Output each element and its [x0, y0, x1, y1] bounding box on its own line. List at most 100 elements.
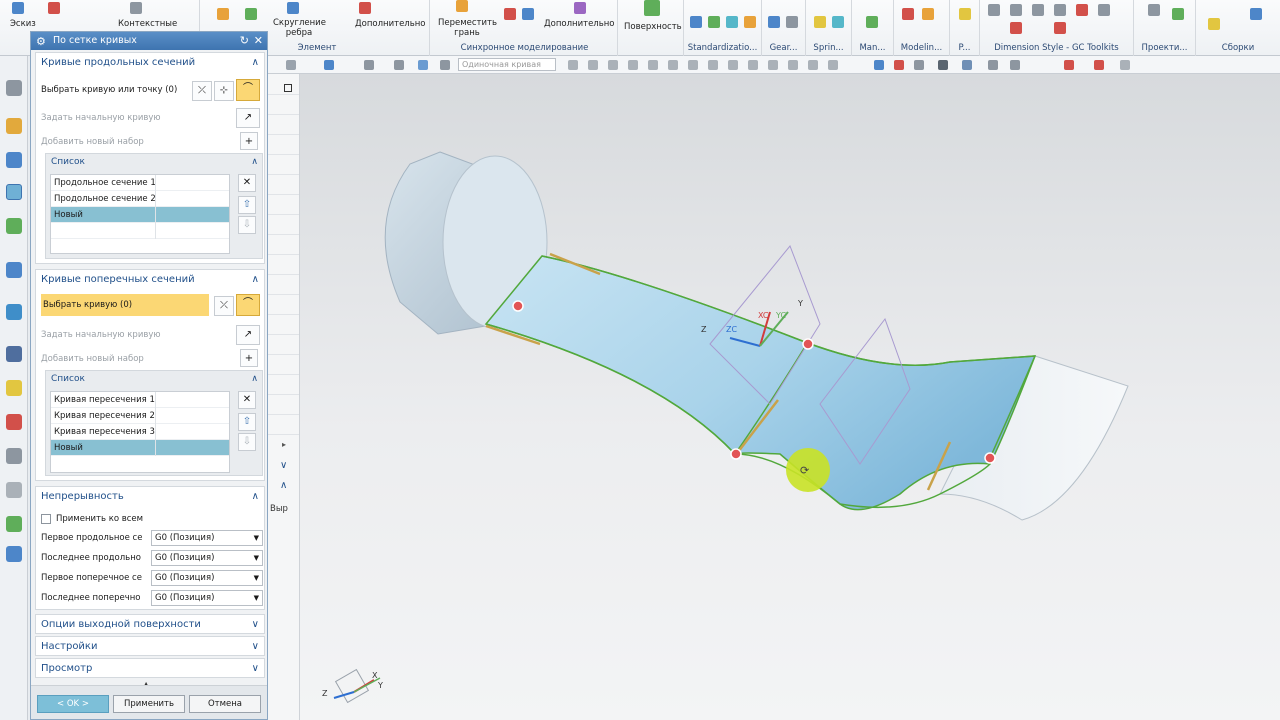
add-set-icon[interactable]: +: [240, 349, 258, 367]
deselect-icon[interactable]: ⤫: [192, 81, 212, 101]
move-down-icon[interactable]: ⇩: [238, 216, 256, 234]
curve-rule-select[interactable]: Одиночная кривая: [458, 58, 556, 71]
maximize-icon[interactable]: [284, 84, 292, 92]
shaded-icon[interactable]: [962, 60, 972, 70]
fillet-icon[interactable]: [287, 2, 299, 14]
start-curve-icon[interactable]: ↗: [236, 108, 260, 128]
gear-tool-icon-2[interactable]: [786, 16, 798, 28]
continuity-select[interactable]: G0 (Позиция) ▼: [151, 570, 263, 586]
man-icon[interactable]: [866, 16, 878, 28]
system-materials-icon[interactable]: [6, 380, 22, 396]
std-icon-4[interactable]: [744, 16, 756, 28]
deselect-icon[interactable]: ⤫: [214, 296, 234, 316]
palette-icon[interactable]: [6, 516, 22, 532]
specify-start-curve[interactable]: Задать начальную кривую: [41, 328, 161, 342]
system-scenes-icon[interactable]: [6, 482, 22, 498]
output-surface-options-section[interactable]: Опции выходной поверхности ∨: [35, 614, 265, 634]
list-item[interactable]: Продольное сечение 2: [51, 191, 229, 207]
clock-icon[interactable]: [6, 346, 22, 362]
snap-point-icon-11[interactable]: [768, 60, 778, 70]
more-button-2[interactable]: Дополнительно: [544, 19, 615, 29]
view-triad[interactable]: Z X Y: [322, 668, 383, 704]
dim-icon-4[interactable]: [1054, 4, 1066, 16]
chevron-down-icon[interactable]: ∨: [252, 615, 259, 635]
reuse-library-icon[interactable]: [6, 218, 22, 234]
curve-select-icon[interactable]: ⌒: [236, 79, 260, 101]
primary-list-header[interactable]: Список ∧: [46, 154, 262, 170]
chevron-up-icon[interactable]: ∧: [251, 371, 258, 387]
contextual-button[interactable]: Контекстные: [118, 19, 177, 29]
web-browser-icon[interactable]: [6, 262, 22, 278]
snap-point-icon-7[interactable]: [688, 60, 698, 70]
remove-icon[interactable]: ✕: [238, 391, 256, 409]
view-icon[interactable]: [418, 60, 428, 70]
snap-point-icon-2[interactable]: [588, 60, 598, 70]
snap-icon[interactable]: [324, 60, 334, 70]
control-point[interactable]: [730, 448, 742, 460]
p-icon[interactable]: [959, 8, 971, 20]
wcs-icon[interactable]: [1064, 60, 1074, 70]
box-select-icon[interactable]: [394, 60, 404, 70]
snap-point-icon-1[interactable]: [568, 60, 578, 70]
apply-button[interactable]: Применить: [113, 695, 185, 713]
close-icon[interactable]: ✕: [254, 32, 263, 50]
zoom-icon[interactable]: [914, 60, 924, 70]
feature-icon-1[interactable]: [217, 8, 229, 20]
move-face-icon[interactable]: [456, 0, 468, 12]
control-point[interactable]: [512, 300, 524, 312]
sync-icon-1[interactable]: [504, 8, 516, 20]
snap-point-icon-14[interactable]: [828, 60, 838, 70]
fillet-button[interactable]: Скругление ребра: [273, 18, 326, 38]
sync-icon-2[interactable]: [522, 8, 534, 20]
cross-curves-header[interactable]: Кривые поперечных сечений ∧: [36, 270, 264, 290]
settings-gear-icon[interactable]: [6, 80, 22, 96]
snap-point-icon-8[interactable]: [708, 60, 718, 70]
continuity-header[interactable]: Непрерывность ∧: [36, 487, 264, 507]
list-item[interactable]: Кривая пересечения 1: [51, 392, 229, 408]
dialog-settings-icon[interactable]: ⚙: [36, 33, 46, 51]
sketch-icon[interactable]: [12, 2, 24, 14]
remove-icon[interactable]: ✕: [238, 174, 256, 192]
constraint-navigator-icon[interactable]: [6, 152, 22, 168]
surface-button[interactable]: Поверхность: [624, 22, 682, 32]
cross-list-header[interactable]: Список ∧: [46, 371, 262, 387]
dim-icon-8[interactable]: [1054, 22, 1066, 34]
sync-more-icon[interactable]: [574, 2, 586, 14]
assembly-navigator-icon[interactable]: [6, 118, 22, 134]
dialog-title-bar[interactable]: ⚙ По сетке кривых ↻ ✕: [31, 32, 267, 50]
continuity-select[interactable]: G0 (Позиция) ▼: [151, 530, 263, 546]
graphics-viewport[interactable]: Z ZC XC YC Y ⟳ Z X Y: [300, 74, 1280, 720]
curve-select-icon[interactable]: ⌒: [236, 294, 260, 316]
modeling-icon-1[interactable]: [902, 8, 914, 20]
std-icon-2[interactable]: [708, 16, 720, 28]
snap-point-icon-5[interactable]: [648, 60, 658, 70]
chevron-down-icon[interactable]: ∨: [280, 460, 287, 471]
settings-section[interactable]: Настройки ∨: [35, 636, 265, 656]
more-icon[interactable]: [359, 2, 371, 14]
sketch-button[interactable]: Эскиз: [10, 19, 36, 29]
snap-point-icon-6[interactable]: [668, 60, 678, 70]
cancel-button[interactable]: Отмена: [189, 695, 261, 713]
control-point[interactable]: [984, 452, 996, 464]
layers-icon[interactable]: [1010, 60, 1020, 70]
move-down-icon[interactable]: ⇩: [238, 433, 256, 451]
snap-point-icon-3[interactable]: [608, 60, 618, 70]
roles-icon[interactable]: [6, 448, 22, 464]
dim-icon-1[interactable]: [988, 4, 1000, 16]
point-dialog-icon[interactable]: ⊹: [214, 81, 234, 101]
std-icon-3[interactable]: [726, 16, 738, 28]
continuity-select[interactable]: G0 (Позиция) ▼: [151, 590, 263, 606]
process-studio-icon[interactable]: [6, 414, 22, 430]
contextual-icon[interactable]: [130, 2, 142, 14]
add-new-set[interactable]: Добавить новый набор: [41, 135, 144, 149]
apply-all-checkbox[interactable]: [41, 514, 51, 524]
select-cross-curve[interactable]: Выбрать кривую (0): [41, 294, 209, 316]
grid-icon[interactable]: [1120, 60, 1130, 70]
dim-icon-7[interactable]: [1010, 22, 1022, 34]
layer-icon[interactable]: [440, 60, 450, 70]
primary-curves-header[interactable]: Кривые продольных сечений ∧: [36, 53, 264, 73]
surface-icon[interactable]: [644, 0, 660, 16]
projection-icon[interactable]: [1148, 4, 1160, 16]
measure-icon[interactable]: [1094, 60, 1104, 70]
spring-icon[interactable]: [814, 16, 826, 28]
